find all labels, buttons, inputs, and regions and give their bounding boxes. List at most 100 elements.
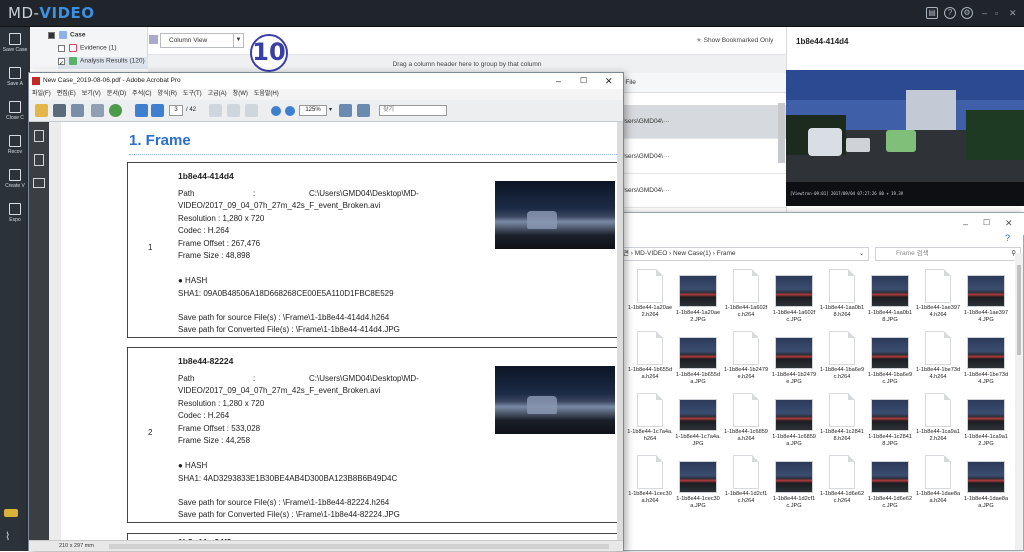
table-row[interactable]: Users\GMD04\···: [618, 105, 786, 139]
file-item[interactable]: 1-1b8e44-1dae8aa.JPG: [963, 455, 1009, 516]
page-number-input[interactable]: 3: [169, 105, 183, 116]
zoom-input[interactable]: 125%: [299, 105, 327, 116]
open-icon[interactable]: [35, 104, 48, 117]
save-icon[interactable]: [71, 104, 84, 117]
file-item[interactable]: 1-1b8e44-1b655da.JPG: [675, 331, 721, 392]
file-item[interactable]: 1-1b8e44-1dae8aa.h264: [915, 455, 961, 516]
file-item[interactable]: 1-1b8e44-1a602fc.h264: [723, 269, 769, 330]
chevron-down-icon[interactable]: ⌄: [859, 248, 864, 260]
fit-page-icon[interactable]: [357, 104, 370, 117]
gear-icon[interactable]: ⚙: [961, 7, 973, 19]
page-up-icon[interactable]: [135, 104, 148, 117]
sidebar-create-video[interactable]: Create V: [0, 165, 30, 203]
file-item[interactable]: 1-1b8e44-1d6e62c.JPG: [867, 455, 913, 516]
menu-item[interactable]: 양식(R): [158, 91, 177, 97]
fit-width-icon[interactable]: [339, 104, 352, 117]
page-down-icon[interactable]: [151, 104, 164, 117]
close-button[interactable]: ✕: [1005, 218, 1013, 229]
file-item[interactable]: 1-1b8e44-1ae3974.h264: [915, 269, 961, 330]
maximize-button[interactable]: ☐: [983, 218, 990, 227]
file-item[interactable]: 1-1b8e44-1c7a4a.JPG: [675, 393, 721, 454]
pages-icon[interactable]: [34, 130, 44, 142]
column-view-select[interactable]: Column View ▼: [149, 33, 244, 48]
find-input[interactable]: 찾기: [379, 105, 447, 116]
file-item[interactable]: 1-1b8e44-1d2cf1c.JPG: [771, 455, 817, 516]
file-item[interactable]: 1-1b8e44-1b2479e.h264: [723, 331, 769, 392]
clipboard-icon[interactable]: ▤: [926, 7, 938, 19]
show-bookmarked-toggle[interactable]: ★ Show Bookmarked Only: [696, 36, 773, 44]
checkbox[interactable]: [58, 44, 65, 52]
tag-icon[interactable]: [4, 509, 18, 517]
file-item[interactable]: 1-1b8e44-1ae3974.JPG: [963, 269, 1009, 330]
review-icon[interactable]: [109, 104, 122, 117]
file-item[interactable]: 1-1b8e44-1be73d4.h264: [915, 331, 961, 392]
grid-header[interactable]: e File: [618, 73, 786, 93]
minimize-button[interactable]: –: [982, 8, 987, 18]
tree-item-case[interactable]: Case: [48, 31, 86, 43]
maximize-button[interactable]: ☐: [580, 73, 587, 89]
select-tool-icon[interactable]: [209, 104, 222, 117]
file-item[interactable]: 1-1b8e44-1ca9a12.JPG: [963, 393, 1009, 454]
sidebar-save-as[interactable]: Save A: [0, 63, 30, 101]
sidebar-close-case[interactable]: Close C: [0, 97, 30, 135]
help-icon[interactable]: ?: [944, 7, 956, 19]
file-item[interactable]: 1-1b8e44-1cec30a.h264: [627, 455, 673, 516]
menu-item[interactable]: 창(W): [233, 91, 248, 97]
menu-item[interactable]: 문서(D): [107, 91, 126, 97]
close-button[interactable]: ✕: [605, 73, 613, 89]
sidebar-save-case[interactable]: Save Case: [0, 29, 30, 67]
tree-item-analysis[interactable]: ✓ Analysis Results (120): [58, 57, 149, 69]
file-item[interactable]: 1-1b8e44-1d2cf1c.h264: [723, 455, 769, 516]
signatures-icon[interactable]: [33, 178, 45, 188]
file-item[interactable]: 1-1b8e44-1b655da.h264: [627, 331, 673, 392]
file-item[interactable]: 1-1b8e44-1c28418.JPG: [867, 393, 913, 454]
zoom-in-icon[interactable]: [285, 106, 295, 116]
table-row[interactable]: Users\GMD04\···: [618, 174, 786, 208]
minimize-button[interactable]: –: [963, 219, 968, 229]
menu-item[interactable]: 보기(V): [82, 91, 101, 97]
explorer-scrollbar[interactable]: [1015, 253, 1023, 550]
menu-item[interactable]: 주석(C): [132, 91, 151, 97]
file-item[interactable]: 1-1b8e44-1aa0b18.JPG: [867, 269, 913, 330]
grid-scrollbar[interactable]: [778, 103, 785, 163]
file-item[interactable]: 1-1b8e44-1c28418.h264: [819, 393, 865, 454]
print-icon[interactable]: [53, 104, 66, 117]
explorer-search-input[interactable]: Frame 검색 ⚲: [875, 247, 1021, 261]
hand-tool-icon[interactable]: [227, 104, 240, 117]
chevron-down-icon[interactable]: ▾: [329, 106, 332, 113]
menu-item[interactable]: 도구(T): [183, 91, 202, 97]
checkbox[interactable]: ✓: [58, 57, 65, 67]
file-item[interactable]: 1-1b8e44-1b2479e.JPG: [771, 331, 817, 392]
file-item[interactable]: 1-1b8e44-1a20ae2.h264: [627, 269, 673, 330]
zoom-out-icon[interactable]: [271, 106, 281, 116]
file-item[interactable]: 1-1b8e44-1d6e62c.h264: [819, 455, 865, 516]
email-icon[interactable]: [91, 104, 104, 117]
file-item[interactable]: 1-1b8e44-1be73d4.JPG: [963, 331, 1009, 392]
bookmarks-icon[interactable]: [34, 154, 44, 166]
restore-button[interactable]: ▫: [995, 8, 998, 18]
file-item[interactable]: 1-1b8e44-1ca9a12.h264: [915, 393, 961, 454]
file-item[interactable]: 1-1b8e44-1cec30a.JPG: [675, 455, 721, 516]
tree-item-evidence[interactable]: Evidence (1): [58, 44, 117, 56]
file-item[interactable]: 1-1b8e44-1ba6e9c.h264: [819, 331, 865, 392]
attachment-icon[interactable]: ⌇: [5, 530, 10, 543]
checkbox[interactable]: [48, 31, 55, 39]
zoom-tool-icon[interactable]: [245, 104, 258, 117]
file-item[interactable]: 1-1b8e44-1aa0b18.h264: [819, 269, 865, 330]
acrobat-scrollbar[interactable]: [617, 122, 623, 540]
sidebar-recover[interactable]: Recov: [0, 131, 30, 169]
file-item[interactable]: 1-1b8e44-1c6859a.JPG: [771, 393, 817, 454]
file-item[interactable]: 1-1b8e44-1ba6e9c.JPG: [867, 331, 913, 392]
file-item[interactable]: 1-1b8e44-1a602fc.JPG: [771, 269, 817, 330]
minimize-button[interactable]: –: [556, 73, 561, 89]
address-bar[interactable]: 면 › MD-VIDEO › New Case(1) › Frame ⌄: [619, 247, 869, 261]
group-by-bar[interactable]: Drag a column header here to group by th…: [148, 55, 786, 73]
horizontal-scrollbar[interactable]: [109, 544, 609, 549]
file-item[interactable]: 1-1b8e44-1c7a4a.h264: [627, 393, 673, 454]
menu-item[interactable]: 파일(F): [32, 91, 51, 97]
file-item[interactable]: 1-1b8e44-1c6859a.h264: [723, 393, 769, 454]
menu-item[interactable]: 도움말(H): [254, 91, 279, 97]
close-button[interactable]: ✕: [1009, 8, 1017, 19]
table-row[interactable]: Users\GMD04\···: [618, 140, 786, 174]
file-item[interactable]: 1-1b8e44-1a20ae2.JPG: [675, 269, 721, 330]
